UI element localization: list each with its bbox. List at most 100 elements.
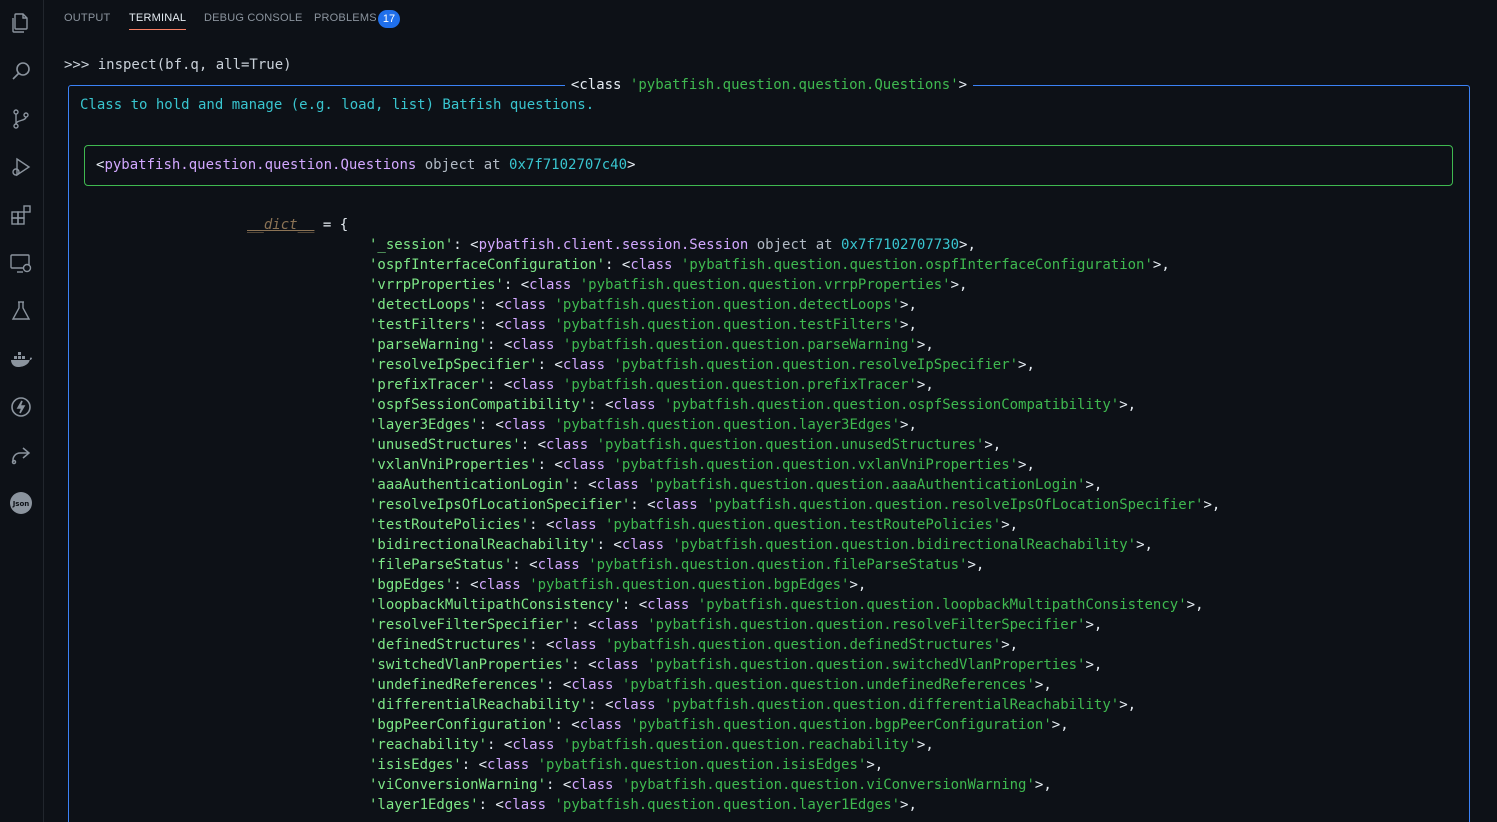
entry-close: >, bbox=[916, 337, 934, 353]
entry-sep: : < bbox=[630, 497, 656, 513]
entry-close: >, bbox=[1119, 397, 1137, 413]
class-keyword: class bbox=[596, 477, 639, 493]
entry-close: >, bbox=[866, 757, 884, 773]
entry-key: 'parseWarning' bbox=[369, 337, 488, 353]
entry-space bbox=[588, 437, 596, 453]
search-icon[interactable] bbox=[6, 56, 36, 86]
entry-close: >, bbox=[1119, 697, 1137, 713]
entry-value: 'pybatfish.question.question.undefinedRe… bbox=[621, 677, 1035, 693]
tab-problems[interactable]: PROBLEMS bbox=[314, 12, 377, 32]
entry-close: >, bbox=[900, 317, 917, 333]
entry-key: 'bgpPeerConfiguration' bbox=[369, 717, 555, 733]
entry-value: 'pybatfish.question.question.isisEdges' bbox=[537, 757, 867, 773]
dict-entry: 'bidirectionalReachability': <class 'pyb… bbox=[369, 535, 1220, 555]
entry-sep: : < bbox=[546, 777, 572, 793]
entry-key: 'vxlanVniProperties' bbox=[369, 457, 538, 473]
dict-entry: 'undefinedReferences': <class 'pybatfish… bbox=[369, 675, 1220, 695]
class-keyword: class bbox=[503, 417, 547, 433]
class-keyword: class bbox=[571, 777, 614, 793]
tab-debug-console[interactable]: DEBUG CONSOLE bbox=[204, 12, 303, 32]
entry-sep: : < bbox=[478, 417, 504, 433]
entry-key: 'bgpEdges' bbox=[369, 577, 454, 593]
tab-terminal[interactable]: TERMINAL bbox=[129, 12, 187, 30]
entry-value: 'pybatfish.question.question.vrrpPropert… bbox=[579, 277, 951, 293]
dict-entries: '_session': <pybatfish.client.session.Se… bbox=[369, 235, 1220, 815]
repr-class-name: pybatfish.question.question.Questions bbox=[104, 157, 417, 173]
thunder-client-icon[interactable] bbox=[6, 392, 36, 422]
entry-space bbox=[597, 517, 605, 533]
entry-close: >, bbox=[1152, 257, 1170, 273]
class-keyword: class bbox=[554, 517, 597, 533]
entry-value: 'pybatfish.question.question.prefixTrace… bbox=[562, 377, 917, 393]
live-share-icon[interactable] bbox=[6, 440, 36, 470]
entry-close: >, bbox=[1018, 357, 1035, 373]
class-keyword: class bbox=[571, 677, 614, 693]
entry-close: >, bbox=[1034, 677, 1052, 693]
entry-value: 'pybatfish.question.question.definedStru… bbox=[605, 637, 1002, 653]
repr-close: > bbox=[627, 157, 636, 173]
entry-close: >, bbox=[849, 577, 867, 593]
entry-sep: : < bbox=[478, 317, 504, 333]
panel-title-prefix: <class bbox=[570, 77, 630, 93]
entry-key: 'differentialReachability' bbox=[369, 697, 589, 713]
entry-close: >, bbox=[1085, 657, 1103, 673]
entry-value: 'pybatfish.question.question.ospfSession… bbox=[664, 397, 1120, 413]
class-keyword: class bbox=[478, 577, 521, 593]
entry-key: 'undefinedReferences' bbox=[369, 677, 547, 693]
entry-space bbox=[672, 257, 680, 273]
entry-key: 'resolveIpSpecifier' bbox=[369, 357, 538, 373]
entry-close: >, bbox=[916, 737, 934, 753]
vscode-window: Json OUTPUT TERMINAL DEBUG CONSOLE PROBL… bbox=[0, 0, 1497, 822]
entry-sep: : < bbox=[621, 597, 648, 613]
dict-entry: 'fileParseStatus': <class 'pybatfish.que… bbox=[369, 555, 1220, 575]
terminal-output[interactable]: >>> inspect(bf.q, all=True) <class 'pyba… bbox=[44, 38, 1497, 822]
entry-key: 'prefixTracer' bbox=[369, 377, 488, 393]
class-keyword: class bbox=[596, 617, 639, 633]
class-keyword: class bbox=[554, 637, 597, 653]
repr-address: 0x7f7102707c40 bbox=[509, 157, 628, 173]
class-keyword: class bbox=[503, 797, 547, 813]
class-keyword: class bbox=[537, 557, 580, 573]
entry-sep: : < bbox=[529, 637, 555, 653]
extensions-icon[interactable] bbox=[6, 200, 36, 230]
run-debug-icon[interactable] bbox=[6, 152, 36, 182]
object-repr-box: <pybatfish.question.question.Questions o… bbox=[84, 145, 1453, 186]
repr-middle: object at bbox=[416, 157, 510, 173]
dict-label: __dict__ = { bbox=[247, 215, 348, 235]
dict-entry: 'bgpEdges': <class 'pybatfish.question.q… bbox=[369, 575, 1220, 595]
source-control-icon[interactable] bbox=[6, 104, 36, 134]
class-keyword: class bbox=[621, 537, 665, 553]
entry-sep: : < bbox=[529, 517, 555, 533]
entry-space bbox=[613, 777, 621, 793]
entry-sep: : < bbox=[503, 277, 530, 293]
entry-space bbox=[571, 277, 579, 293]
entry-key: 'definedStructures' bbox=[369, 637, 530, 653]
class-keyword: class bbox=[655, 497, 698, 513]
dict-entry: 'resolveFilterSpecifier': <class 'pybatf… bbox=[369, 615, 1220, 635]
dict-entry: 'testRoutePolicies': <class 'pybatfish.q… bbox=[369, 515, 1220, 535]
entry-value: 'pybatfish.question.question.vxlanVniPro… bbox=[613, 457, 1019, 473]
entry-sep: : < bbox=[487, 737, 513, 753]
json-icon[interactable]: Json bbox=[6, 488, 36, 518]
dict-entry: 'resolveIpsOfLocationSpecifier': <class … bbox=[369, 495, 1220, 515]
docker-icon[interactable] bbox=[6, 344, 36, 374]
entry-value: 'pybatfish.question.question.aaaAuthenti… bbox=[647, 477, 1086, 493]
class-keyword: class bbox=[503, 297, 547, 313]
testing-icon[interactable] bbox=[6, 296, 36, 326]
entry-space bbox=[554, 377, 562, 393]
entry-space bbox=[529, 757, 537, 773]
entry-key: 'resolveFilterSpecifier' bbox=[369, 617, 572, 633]
remote-explorer-icon[interactable] bbox=[6, 248, 36, 278]
entry-value: 'pybatfish.question.question.layer3Edges… bbox=[554, 417, 901, 433]
dict-entry: 'testFilters': <class 'pybatfish.questio… bbox=[369, 315, 1220, 335]
entry-key: 'isisEdges' bbox=[369, 757, 462, 773]
entry-sep: : < bbox=[571, 477, 597, 493]
tab-output[interactable]: OUTPUT bbox=[64, 12, 110, 32]
entry-space bbox=[597, 637, 605, 653]
explorer-icon[interactable] bbox=[6, 8, 36, 38]
class-keyword: class bbox=[613, 397, 656, 413]
entry-close: >, bbox=[1186, 597, 1204, 613]
dict-entry: 'vxlanVniProperties': <class 'pybatfish.… bbox=[369, 455, 1220, 475]
entry-key: 'reachability' bbox=[369, 737, 488, 753]
entry-key: 'ospfSessionCompatibility' bbox=[369, 397, 589, 413]
